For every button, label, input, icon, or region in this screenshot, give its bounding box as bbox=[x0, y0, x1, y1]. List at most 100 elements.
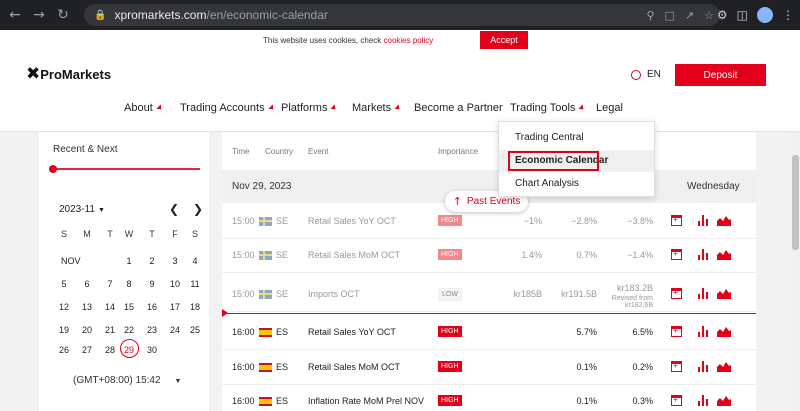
area-chart-icon[interactable] bbox=[717, 395, 731, 406]
calendar-day[interactable]: 2 bbox=[144, 256, 160, 266]
calendar-day[interactable]: 18 bbox=[187, 302, 203, 312]
calendar-day[interactable]: 12 bbox=[56, 302, 72, 312]
calendar-day[interactable]: 20 bbox=[79, 325, 95, 335]
bar-chart-icon[interactable] bbox=[698, 288, 710, 299]
add-to-calendar-icon[interactable] bbox=[671, 215, 682, 226]
table-row[interactable]: 16:00 ES Retail Sales YoY OCT HIGH 5.7% 6.5% bbox=[222, 318, 756, 348]
sidepanel-icon[interactable]: ◫ bbox=[737, 8, 748, 22]
area-chart-icon[interactable] bbox=[717, 215, 731, 226]
event-country: ES bbox=[276, 362, 289, 372]
add-to-calendar-icon[interactable] bbox=[671, 326, 682, 337]
recent-next-slider[interactable] bbox=[53, 168, 200, 170]
add-to-calendar-icon[interactable] bbox=[671, 395, 682, 406]
add-to-calendar-icon[interactable] bbox=[671, 361, 682, 372]
calendar-day[interactable]: 6 bbox=[79, 279, 95, 289]
nav-become-partner[interactable]: Become a Partner bbox=[414, 102, 503, 114]
event-name[interactable]: Retail Sales MoM OCT bbox=[308, 250, 400, 260]
caret-icon bbox=[578, 104, 586, 112]
prev-month-icon[interactable]: ❮ bbox=[169, 202, 179, 216]
bar-chart-icon[interactable] bbox=[698, 326, 710, 337]
menu-kebab-icon[interactable]: ⋮ bbox=[782, 8, 794, 22]
calendar-day[interactable]: 19 bbox=[56, 325, 72, 335]
bar-chart-icon[interactable] bbox=[698, 361, 710, 372]
slider-thumb[interactable] bbox=[49, 165, 57, 173]
event-name[interactable]: Retail Sales YoY OCT bbox=[308, 327, 396, 337]
event-time: 16:00 bbox=[232, 327, 255, 337]
timezone-selector[interactable]: (GMT+08:00) 15:42 ▼ bbox=[73, 375, 181, 386]
add-to-calendar-icon[interactable] bbox=[671, 249, 682, 260]
profile-avatar[interactable] bbox=[757, 7, 773, 23]
calendar-day[interactable]: 21 bbox=[102, 325, 118, 335]
bar-chart-icon[interactable] bbox=[698, 249, 710, 260]
bar-chart-icon[interactable] bbox=[698, 215, 710, 226]
logo[interactable]: ✖ ProMarkets bbox=[26, 64, 111, 84]
cookie-banner: This website uses cookies, check cookies… bbox=[0, 30, 800, 52]
table-row[interactable]: 16:00 ES Inflation Rate MoM Prel NOV HIGH 0.… bbox=[222, 387, 756, 411]
language-selector[interactable]: EN bbox=[631, 69, 661, 80]
calendar-day[interactable]: 15 bbox=[121, 302, 137, 312]
share-icon[interactable]: ↗ bbox=[685, 9, 694, 22]
calendar-day[interactable]: 7 bbox=[102, 279, 118, 289]
cookies-policy-link[interactable]: cookies policy bbox=[384, 36, 434, 45]
calendar-day[interactable]: 11 bbox=[187, 279, 203, 289]
table-row[interactable]: 15:00 SE Retail Sales MoM OCT HIGH 1.4% 0.7% −… bbox=[222, 241, 756, 271]
event-time: 15:00 bbox=[232, 216, 255, 226]
calendar-day[interactable]: 25 bbox=[187, 325, 203, 335]
extensions-icon[interactable]: ⚙ bbox=[717, 8, 728, 22]
table-row[interactable]: 15:00 SE Imports OCT LOW kr185B kr191.5B kr183… bbox=[222, 280, 756, 310]
nav-trading-accounts[interactable]: Trading Accounts bbox=[180, 102, 276, 114]
calendar-day[interactable]: 9 bbox=[144, 279, 160, 289]
nav-platforms[interactable]: Platforms bbox=[281, 102, 339, 114]
calendar-day[interactable]: 26 bbox=[56, 345, 72, 355]
calendar-day[interactable]: 27 bbox=[79, 345, 95, 355]
calendar-day[interactable]: 28 bbox=[102, 345, 118, 355]
accept-cookies-button[interactable]: Accept bbox=[480, 31, 528, 49]
calendar-day[interactable]: 17 bbox=[167, 302, 183, 312]
calendar-day[interactable]: 13 bbox=[79, 302, 95, 312]
event-name[interactable]: Retail Sales MoM OCT bbox=[308, 362, 400, 372]
event-name[interactable]: Inflation Rate MoM Prel NOV bbox=[308, 396, 424, 406]
add-to-calendar-icon[interactable] bbox=[671, 288, 682, 299]
dropdown-item-chart-analysis[interactable]: Chart Analysis bbox=[515, 178, 579, 189]
event-time: 16:00 bbox=[232, 362, 255, 372]
calendar-day[interactable]: 22 bbox=[121, 325, 137, 335]
translate-icon[interactable]: □ bbox=[665, 9, 675, 22]
calendar-day[interactable]: 5 bbox=[56, 279, 72, 289]
calendar-day[interactable]: 4 bbox=[187, 256, 203, 266]
event-name[interactable]: Imports OCT bbox=[308, 289, 360, 299]
calendar-day[interactable]: 24 bbox=[167, 325, 183, 335]
dropdown-item-trading-central[interactable]: Trading Central bbox=[515, 132, 584, 143]
calendar-day[interactable]: 14 bbox=[102, 302, 118, 312]
area-chart-icon[interactable] bbox=[717, 288, 731, 299]
nav-legal[interactable]: Legal bbox=[596, 102, 623, 114]
bookmark-star-icon[interactable]: ☆ bbox=[704, 9, 714, 22]
calendar-day[interactable]: 8 bbox=[121, 279, 137, 289]
table-row[interactable]: 16:00 ES Retail Sales MoM OCT HIGH 0.1% 0.2% bbox=[222, 353, 756, 383]
key-icon[interactable]: ⚲ bbox=[646, 9, 654, 22]
reload-icon[interactable]: ↻ bbox=[52, 4, 74, 26]
calendar-day[interactable]: 10 bbox=[167, 279, 183, 289]
address-bar[interactable]: 🔒 xpromarkets.com /en/economic-calendar … bbox=[84, 4, 720, 26]
scrollbar-thumb[interactable] bbox=[792, 155, 799, 250]
calendar-day[interactable]: 1 bbox=[121, 256, 137, 266]
bar-chart-icon[interactable] bbox=[698, 395, 710, 406]
back-icon[interactable]: ← bbox=[4, 4, 26, 26]
month-selector[interactable]: 2023-11 ▼ bbox=[59, 204, 105, 215]
nav-trading-tools[interactable]: Trading Tools bbox=[510, 102, 586, 114]
area-chart-icon[interactable] bbox=[717, 361, 731, 372]
area-chart-icon[interactable] bbox=[717, 326, 731, 337]
calendar-day[interactable]: 3 bbox=[167, 256, 183, 266]
event-name[interactable]: Retail Sales YoY OCT bbox=[308, 216, 396, 226]
nav-markets[interactable]: Markets bbox=[352, 102, 402, 114]
dropdown-triangle-icon: ▼ bbox=[174, 378, 182, 385]
calendar-day[interactable]: 30 bbox=[144, 345, 160, 355]
deposit-button[interactable]: Deposit bbox=[675, 64, 766, 86]
nav-about[interactable]: About bbox=[124, 102, 164, 114]
forward-icon[interactable]: → bbox=[28, 4, 50, 26]
next-month-icon[interactable]: ❯ bbox=[193, 202, 203, 216]
page-scrollbar[interactable] bbox=[791, 132, 800, 411]
calendar-day[interactable]: 16 bbox=[144, 302, 160, 312]
url-domain: xpromarkets.com bbox=[114, 8, 207, 22]
calendar-day[interactable]: 23 bbox=[144, 325, 160, 335]
area-chart-icon[interactable] bbox=[717, 249, 731, 260]
